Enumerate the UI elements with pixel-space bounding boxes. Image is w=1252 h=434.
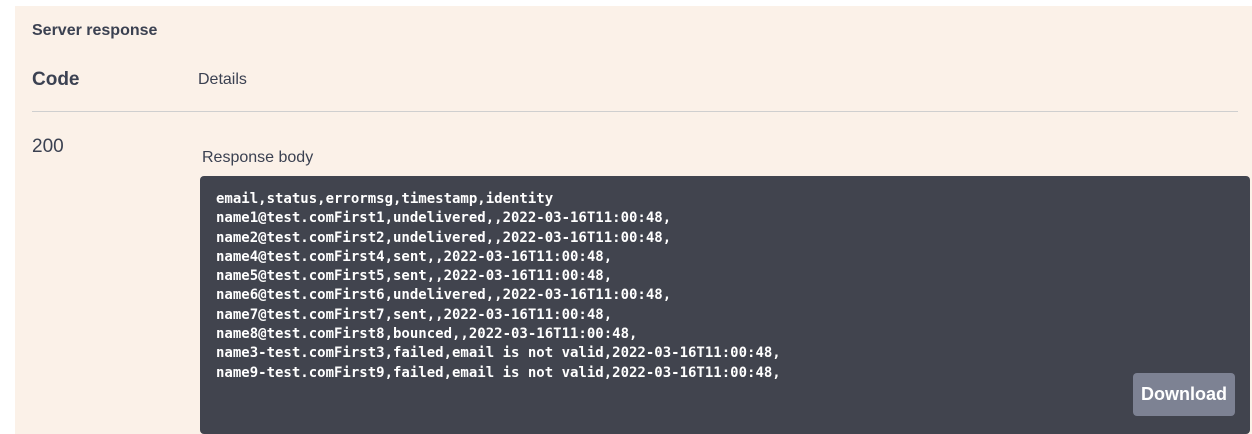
response-body-line: name2@test.comFirst2,undelivered,,2022-0…	[216, 229, 672, 246]
response-body-label: Response body	[202, 149, 314, 166]
response-body-line: name7@test.comFirst7,sent,,2022-03-16T11…	[216, 306, 613, 323]
download-button[interactable]: Download	[1133, 373, 1235, 416]
section-title: Server response	[32, 22, 158, 39]
response-body-line: name5@test.comFirst5,sent,,2022-03-16T11…	[216, 268, 613, 285]
response-body-code-block[interactable]: email,status,errormsg,timestamp,identity…	[200, 176, 1250, 434]
server-response-panel: Server response Code Details 200 Respons…	[15, 6, 1252, 434]
response-body-line: name6@test.comFirst6,undelivered,,2022-0…	[216, 287, 672, 304]
response-body-line: name8@test.comFirst8,bounced,,2022-03-16…	[216, 326, 638, 343]
header-divider	[32, 111, 1238, 112]
response-status-code: 200	[32, 136, 64, 157]
response-body-line: name4@test.comFirst4,sent,,2022-03-16T11…	[216, 248, 613, 265]
code-column-header: Code	[32, 69, 80, 90]
response-body-line: name1@test.comFirst1,undelivered,,2022-0…	[216, 210, 672, 227]
response-body-line: name9-test.comFirst9,failed,email is not…	[216, 364, 781, 381]
response-body-line: email,status,errormsg,timestamp,identity	[216, 191, 554, 207]
response-body-line: name3-test.comFirst3,failed,email is not…	[216, 345, 781, 362]
details-column-header: Details	[198, 71, 247, 88]
